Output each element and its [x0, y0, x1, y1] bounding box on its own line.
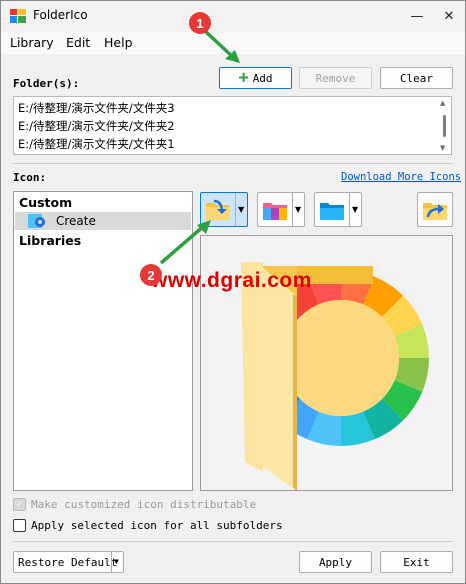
palette-folder-split-button[interactable]: ▼	[257, 192, 305, 227]
folder-list[interactable]: E:/待整理/演示文件夹/文件夹3 E:/待整理/演示文件夹/文件夹2 E:/待…	[13, 96, 452, 155]
split-divider	[235, 193, 236, 226]
add-button-label: Add	[252, 71, 273, 85]
subfolders-option: Apply selected icon for all subfolders	[13, 519, 283, 532]
tree-item-create[interactable]: Create	[56, 214, 96, 228]
chevron-down-icon[interactable]: ▼	[114, 557, 119, 566]
split-divider	[111, 552, 112, 572]
restore-default-split-button[interactable]: Restore Default ▼	[13, 551, 124, 573]
section-divider	[13, 163, 453, 164]
tree-category-libraries[interactable]: Libraries	[19, 233, 81, 248]
distributable-option: ✓ Make customized icon distributable	[13, 498, 256, 511]
menu-edit[interactable]: Edit	[66, 35, 90, 50]
folder-export-icon	[423, 203, 447, 220]
distributable-label: Make customized icon distributable	[31, 498, 257, 511]
menu-help[interactable]: Help	[104, 35, 133, 50]
title-bar: FolderIco — ✕	[1, 1, 465, 31]
clear-button-label: Clear	[399, 71, 434, 85]
menu-library[interactable]: Library	[10, 35, 54, 50]
folder-import-icon	[206, 199, 230, 220]
chevron-down-icon[interactable]: ▼	[238, 205, 244, 214]
apply-button-label: Apply	[318, 555, 353, 569]
step-marker-1: 1	[189, 12, 211, 34]
list-item[interactable]: E:/待整理/演示文件夹/文件夹2	[18, 118, 175, 136]
gear-folder-icon	[28, 214, 45, 228]
list-item[interactable]: E:/待整理/演示文件夹/文件夹3	[18, 100, 175, 118]
import-icon-split-button[interactable]: ▼	[200, 192, 248, 227]
split-divider	[292, 193, 293, 226]
palette-folder-icon	[263, 203, 287, 220]
step-marker-2: 2	[140, 264, 162, 286]
tree-category-custom[interactable]: Custom	[19, 195, 72, 210]
blue-folder-icon	[320, 203, 344, 220]
add-button[interactable]: + Add	[219, 67, 292, 89]
list-item[interactable]: E:/待整理/演示文件夹/文件夹1	[18, 136, 175, 154]
subfolders-label: Apply selected icon for all subfolders	[31, 519, 283, 532]
exit-button[interactable]: Exit	[380, 551, 453, 573]
folders-label: Folder(s):	[13, 77, 80, 90]
export-icon-button[interactable]	[417, 192, 453, 227]
restore-default-label: Restore Default	[18, 555, 118, 569]
distributable-checkbox[interactable]: ✓	[13, 498, 26, 511]
icon-label: Icon:	[13, 171, 47, 184]
download-more-icons-link[interactable]: Download More Icons	[341, 171, 461, 183]
chevron-down-icon[interactable]: ▼	[352, 205, 358, 214]
scroll-up-icon[interactable]: ▲	[440, 99, 445, 107]
chevron-down-icon[interactable]: ▼	[295, 205, 301, 214]
app-logo-icon	[10, 9, 26, 23]
remove-button-label: Remove	[315, 71, 356, 85]
split-divider	[349, 193, 350, 226]
app-window: FolderIco — ✕ Library Edit Help Folder(s…	[0, 0, 466, 584]
scrollbar-thumb[interactable]	[443, 115, 446, 137]
icon-library-tree[interactable]: Custom Create Libraries	[13, 191, 193, 491]
clear-button[interactable]: Clear	[380, 67, 453, 89]
close-button[interactable]: ✕	[433, 1, 465, 31]
exit-button-label: Exit	[403, 555, 430, 569]
footer-divider	[13, 541, 453, 542]
window-title: FolderIco	[33, 8, 88, 22]
minimize-button[interactable]: —	[401, 1, 433, 31]
blue-folder-split-button[interactable]: ▼	[314, 192, 362, 227]
apply-button[interactable]: Apply	[299, 551, 372, 573]
remove-button[interactable]: Remove	[299, 67, 372, 89]
scroll-down-icon[interactable]: ▼	[440, 144, 445, 152]
plus-icon: +	[238, 67, 249, 88]
subfolders-checkbox[interactable]	[13, 519, 26, 532]
watermark-text: www.dgrai.com	[151, 269, 312, 292]
menu-bar: Library Edit Help	[1, 32, 465, 54]
